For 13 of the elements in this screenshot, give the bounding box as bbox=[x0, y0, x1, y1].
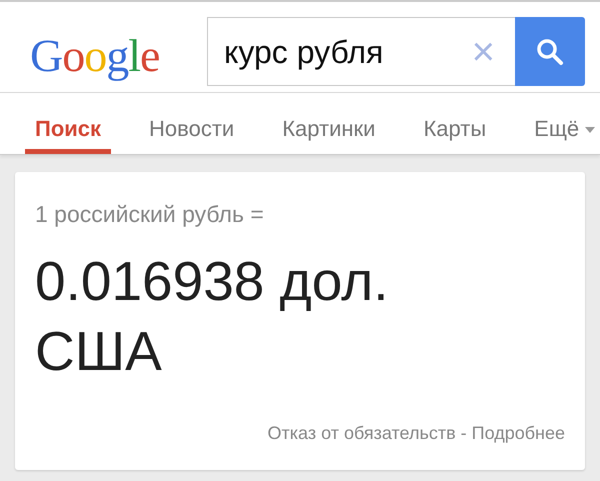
tab[interactable]: Карты bbox=[413, 93, 496, 154]
search-field[interactable]: курс рубля × bbox=[207, 17, 515, 86]
google-logo: Google bbox=[30, 33, 160, 79]
conversion-label: 1 российский рубль = bbox=[35, 200, 265, 229]
search-button[interactable] bbox=[515, 17, 585, 86]
conversion-value: 0.016938 дол. США bbox=[35, 248, 390, 384]
tab[interactable]: Поиск bbox=[25, 93, 112, 154]
tab[interactable]: Новости bbox=[139, 93, 244, 154]
tab[interactable]: Ещё bbox=[524, 93, 600, 154]
tab[interactable]: Картинки bbox=[272, 93, 386, 154]
search-icon bbox=[535, 36, 565, 66]
caret-icon bbox=[585, 126, 596, 134]
disclaimer-link[interactable]: Отказ от обязательств - Подробнее bbox=[268, 422, 565, 442]
